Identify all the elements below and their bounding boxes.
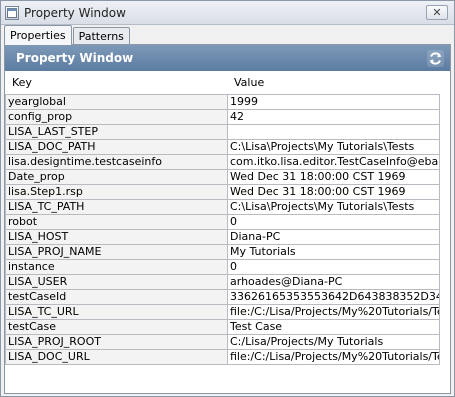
table-row[interactable]: testCaseId 33626165353553642D643838352D34… bbox=[5, 289, 440, 305]
property-key-cell[interactable]: instance bbox=[5, 259, 228, 275]
property-value-cell[interactable] bbox=[227, 124, 440, 140]
panel-header: Property Window bbox=[5, 45, 450, 71]
property-key-cell[interactable]: testCase bbox=[5, 319, 228, 335]
property-value-cell[interactable]: 0 bbox=[227, 259, 440, 275]
panel-title: Property Window bbox=[16, 51, 134, 65]
property-value-cell[interactable]: C:\Lisa\Projects\My Tutorials\Tests bbox=[227, 139, 440, 155]
window-title: Property Window bbox=[24, 5, 126, 20]
property-key-cell[interactable]: LISA_DOC_URL bbox=[5, 349, 228, 365]
property-key-cell[interactable]: LISA_PROJ_NAME bbox=[5, 244, 228, 260]
table-row[interactable]: LISA_LAST_STEP bbox=[5, 124, 440, 140]
property-value-cell[interactable]: file:/C:/Lisa/Projects/My%20Tutorials/Te… bbox=[227, 304, 440, 320]
property-key-cell[interactable]: LISA_HOST bbox=[5, 229, 228, 245]
property-value-cell[interactable]: 0 bbox=[227, 214, 440, 230]
tab-properties[interactable]: Properties bbox=[4, 25, 72, 45]
table-row[interactable]: LISA_TC_PATH C:\Lisa\Projects\My Tutorial… bbox=[5, 199, 440, 215]
property-key-cell[interactable]: lisa.designtime.testcaseinfo bbox=[5, 154, 228, 170]
property-value-cell[interactable]: file:/C:/Lisa/Projects/My%20Tutorials/Te… bbox=[227, 349, 440, 365]
table-row[interactable]: lisa.Step1.rsp Wed Dec 31 18:00:00 CST 19… bbox=[5, 184, 440, 200]
column-value-header[interactable]: Value bbox=[226, 76, 264, 89]
property-value-cell[interactable]: Diana-PC bbox=[227, 229, 440, 245]
table-row[interactable]: testCase Test Case bbox=[5, 319, 440, 335]
property-key-cell[interactable]: config_prop bbox=[5, 109, 228, 125]
property-value-cell[interactable]: Wed Dec 31 18:00:00 CST 1969 bbox=[227, 184, 440, 200]
property-value-cell[interactable]: com.itko.lisa.editor.TestCaseInfo@ebacb7 bbox=[227, 154, 440, 170]
table-row[interactable]: lisa.designtime.testcaseinfo com.itko.lis… bbox=[5, 154, 440, 170]
property-key-cell[interactable]: yearglobal bbox=[5, 94, 228, 110]
window-icon bbox=[5, 5, 19, 20]
property-value-cell[interactable]: My Tutorials bbox=[227, 244, 440, 260]
property-key-cell[interactable]: LISA_DOC_PATH bbox=[5, 139, 228, 155]
properties-table: yearglobal 1999 config_prop 42 LISA_LAST_STE… bbox=[5, 94, 440, 365]
column-header: Key Value bbox=[5, 71, 450, 94]
table-row[interactable]: yearglobal 1999 bbox=[5, 94, 440, 110]
table-row[interactable]: robot 0 bbox=[5, 214, 440, 230]
table-row[interactable]: LISA_PROJ_ROOT C:/Lisa/Projects/My Tutori… bbox=[5, 334, 440, 350]
property-value-cell[interactable]: 1999 bbox=[227, 94, 440, 110]
table-row[interactable]: LISA_HOST Diana-PC bbox=[5, 229, 440, 245]
column-key-header[interactable]: Key bbox=[5, 76, 226, 89]
property-key-cell[interactable]: testCaseId bbox=[5, 289, 228, 305]
title-bar[interactable]: Property Window ✕ bbox=[1, 1, 454, 25]
property-key-cell[interactable]: LISA_TC_PATH bbox=[5, 199, 228, 215]
tab-bar: Properties Patterns bbox=[4, 25, 131, 45]
property-key-cell[interactable]: LISA_USER bbox=[5, 274, 228, 290]
property-value-cell[interactable]: 42 bbox=[227, 109, 440, 125]
table-row[interactable]: Date_prop Wed Dec 31 18:00:00 CST 1969 bbox=[5, 169, 440, 185]
property-key-cell[interactable]: Date_prop bbox=[5, 169, 228, 185]
table-row[interactable]: LISA_PROJ_NAME My Tutorials bbox=[5, 244, 440, 260]
property-window: Property Window ✕ Properties Patterns Pr… bbox=[0, 0, 455, 397]
tab-patterns[interactable]: Patterns bbox=[72, 27, 130, 45]
table-row[interactable]: LISA_TC_URL file:/C:/Lisa/Projects/My%20T… bbox=[5, 304, 440, 320]
property-key-cell[interactable]: lisa.Step1.rsp bbox=[5, 184, 228, 200]
table-row[interactable]: LISA_DOC_URL file:/C:/Lisa/Projects/My%20… bbox=[5, 349, 440, 365]
property-value-cell[interactable]: C:\Lisa\Projects\My Tutorials\Tests bbox=[227, 199, 440, 215]
close-button[interactable]: ✕ bbox=[426, 5, 448, 20]
property-value-cell[interactable]: Wed Dec 31 18:00:00 CST 1969 bbox=[227, 169, 440, 185]
close-icon: ✕ bbox=[432, 6, 442, 19]
property-value-cell[interactable]: Test Case bbox=[227, 319, 440, 335]
property-value-cell[interactable]: 33626165353553642D643838352D3461 bbox=[227, 289, 440, 305]
refresh-icon[interactable] bbox=[427, 50, 444, 67]
properties-table-area[interactable]: yearglobal 1999 config_prop 42 LISA_LAST_STE… bbox=[5, 94, 450, 394]
property-key-cell[interactable]: LISA_LAST_STEP bbox=[5, 124, 228, 140]
table-row[interactable]: instance 0 bbox=[5, 259, 440, 275]
properties-panel: Property Window Key Value yearglobal 1999… bbox=[4, 44, 451, 394]
property-value-cell[interactable]: arhoades@Diana-PC bbox=[227, 274, 440, 290]
property-key-cell[interactable]: LISA_TC_URL bbox=[5, 304, 228, 320]
property-key-cell[interactable]: robot bbox=[5, 214, 228, 230]
property-value-cell[interactable]: C:/Lisa/Projects/My Tutorials bbox=[227, 334, 440, 350]
table-row[interactable]: config_prop 42 bbox=[5, 109, 440, 125]
table-row[interactable]: LISA_DOC_PATH C:\Lisa\Projects\My Tutoria… bbox=[5, 139, 440, 155]
table-row[interactable]: LISA_USER arhoades@Diana-PC bbox=[5, 274, 440, 290]
property-key-cell[interactable]: LISA_PROJ_ROOT bbox=[5, 334, 228, 350]
